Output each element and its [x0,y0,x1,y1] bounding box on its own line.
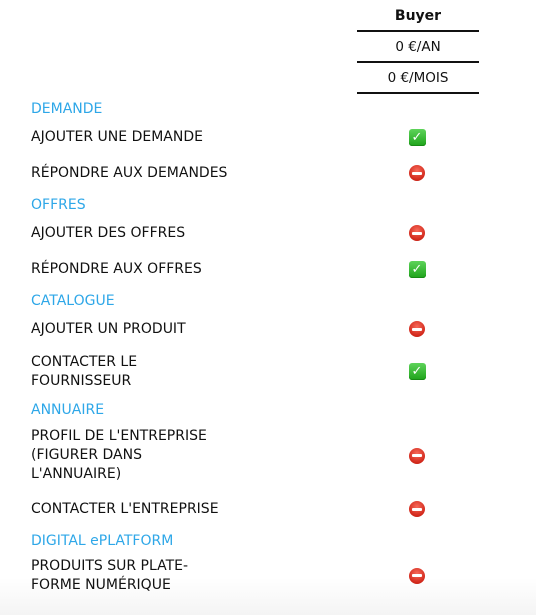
feature-row: RÉPONDRE AUX OFFRES ✓ [0,251,536,287]
no-entry-icon [409,447,425,464]
feature-row: AJOUTER DES OFFRES [0,215,536,251]
feature-label: AJOUTER UN PRODUIT [31,320,186,337]
feature-label: RÉPONDRE AUX DEMANDES [31,164,228,181]
feature-row: CONTACTER L'ENTREPRISE [0,491,536,527]
plan-price-year: 0 €/AN [357,32,479,63]
feature-label: AJOUTER UNE DEMANDE [31,128,203,145]
feature-row: AJOUTER UN PRODUIT [0,311,536,347]
section-annuaire: ANNUAIRE [31,402,105,418]
feature-row: CONTACTER LE FOURNISSEUR ✓ [0,347,536,396]
plan-price-month: 0 €/MOIS [357,63,479,94]
feature-label: AJOUTER DES OFFRES [31,224,186,241]
no-entry-icon [409,321,425,337]
section-digital-eplatform: DIGITAL ePLATFORM [31,533,174,549]
feature-row: RÉPONDRE AUX DEMANDES [0,155,536,191]
no-entry-icon [409,165,425,181]
no-entry-icon [409,567,425,584]
section-demande: DEMANDE [31,101,103,117]
plan-header: Buyer 0 €/AN 0 €/MOIS [357,0,479,94]
feature-table: DEMANDE AJOUTER UNE DEMANDE ✓ RÉPONDRE A… [0,95,536,600]
check-icon: ✓ [408,128,426,146]
feature-row: PRODUITS SUR PLATE-FORME NUMÉRIQUE [0,551,536,600]
section-catalogue: CATALOGUE [31,293,115,309]
feature-row: PROFIL DE L'ENTREPRISE (FIGURER DANS L'A… [0,420,536,491]
check-icon: ✓ [408,260,426,278]
plan-name: Buyer [357,0,479,32]
feature-label: PRODUITS SUR PLATE-FORME NUMÉRIQUE [31,557,189,593]
no-entry-icon [409,501,425,517]
feature-label: CONTACTER LE FOURNISSEUR [31,353,138,389]
check-icon: ✓ [408,363,426,380]
feature-label: RÉPONDRE AUX OFFRES [31,260,202,277]
section-offres: OFFRES [31,197,86,213]
feature-label: PROFIL DE L'ENTREPRISE (FIGURER DANS L'A… [31,428,207,482]
feature-row: AJOUTER UNE DEMANDE ✓ [0,119,536,155]
no-entry-icon [409,225,425,241]
feature-label: CONTACTER L'ENTREPRISE [31,500,219,517]
